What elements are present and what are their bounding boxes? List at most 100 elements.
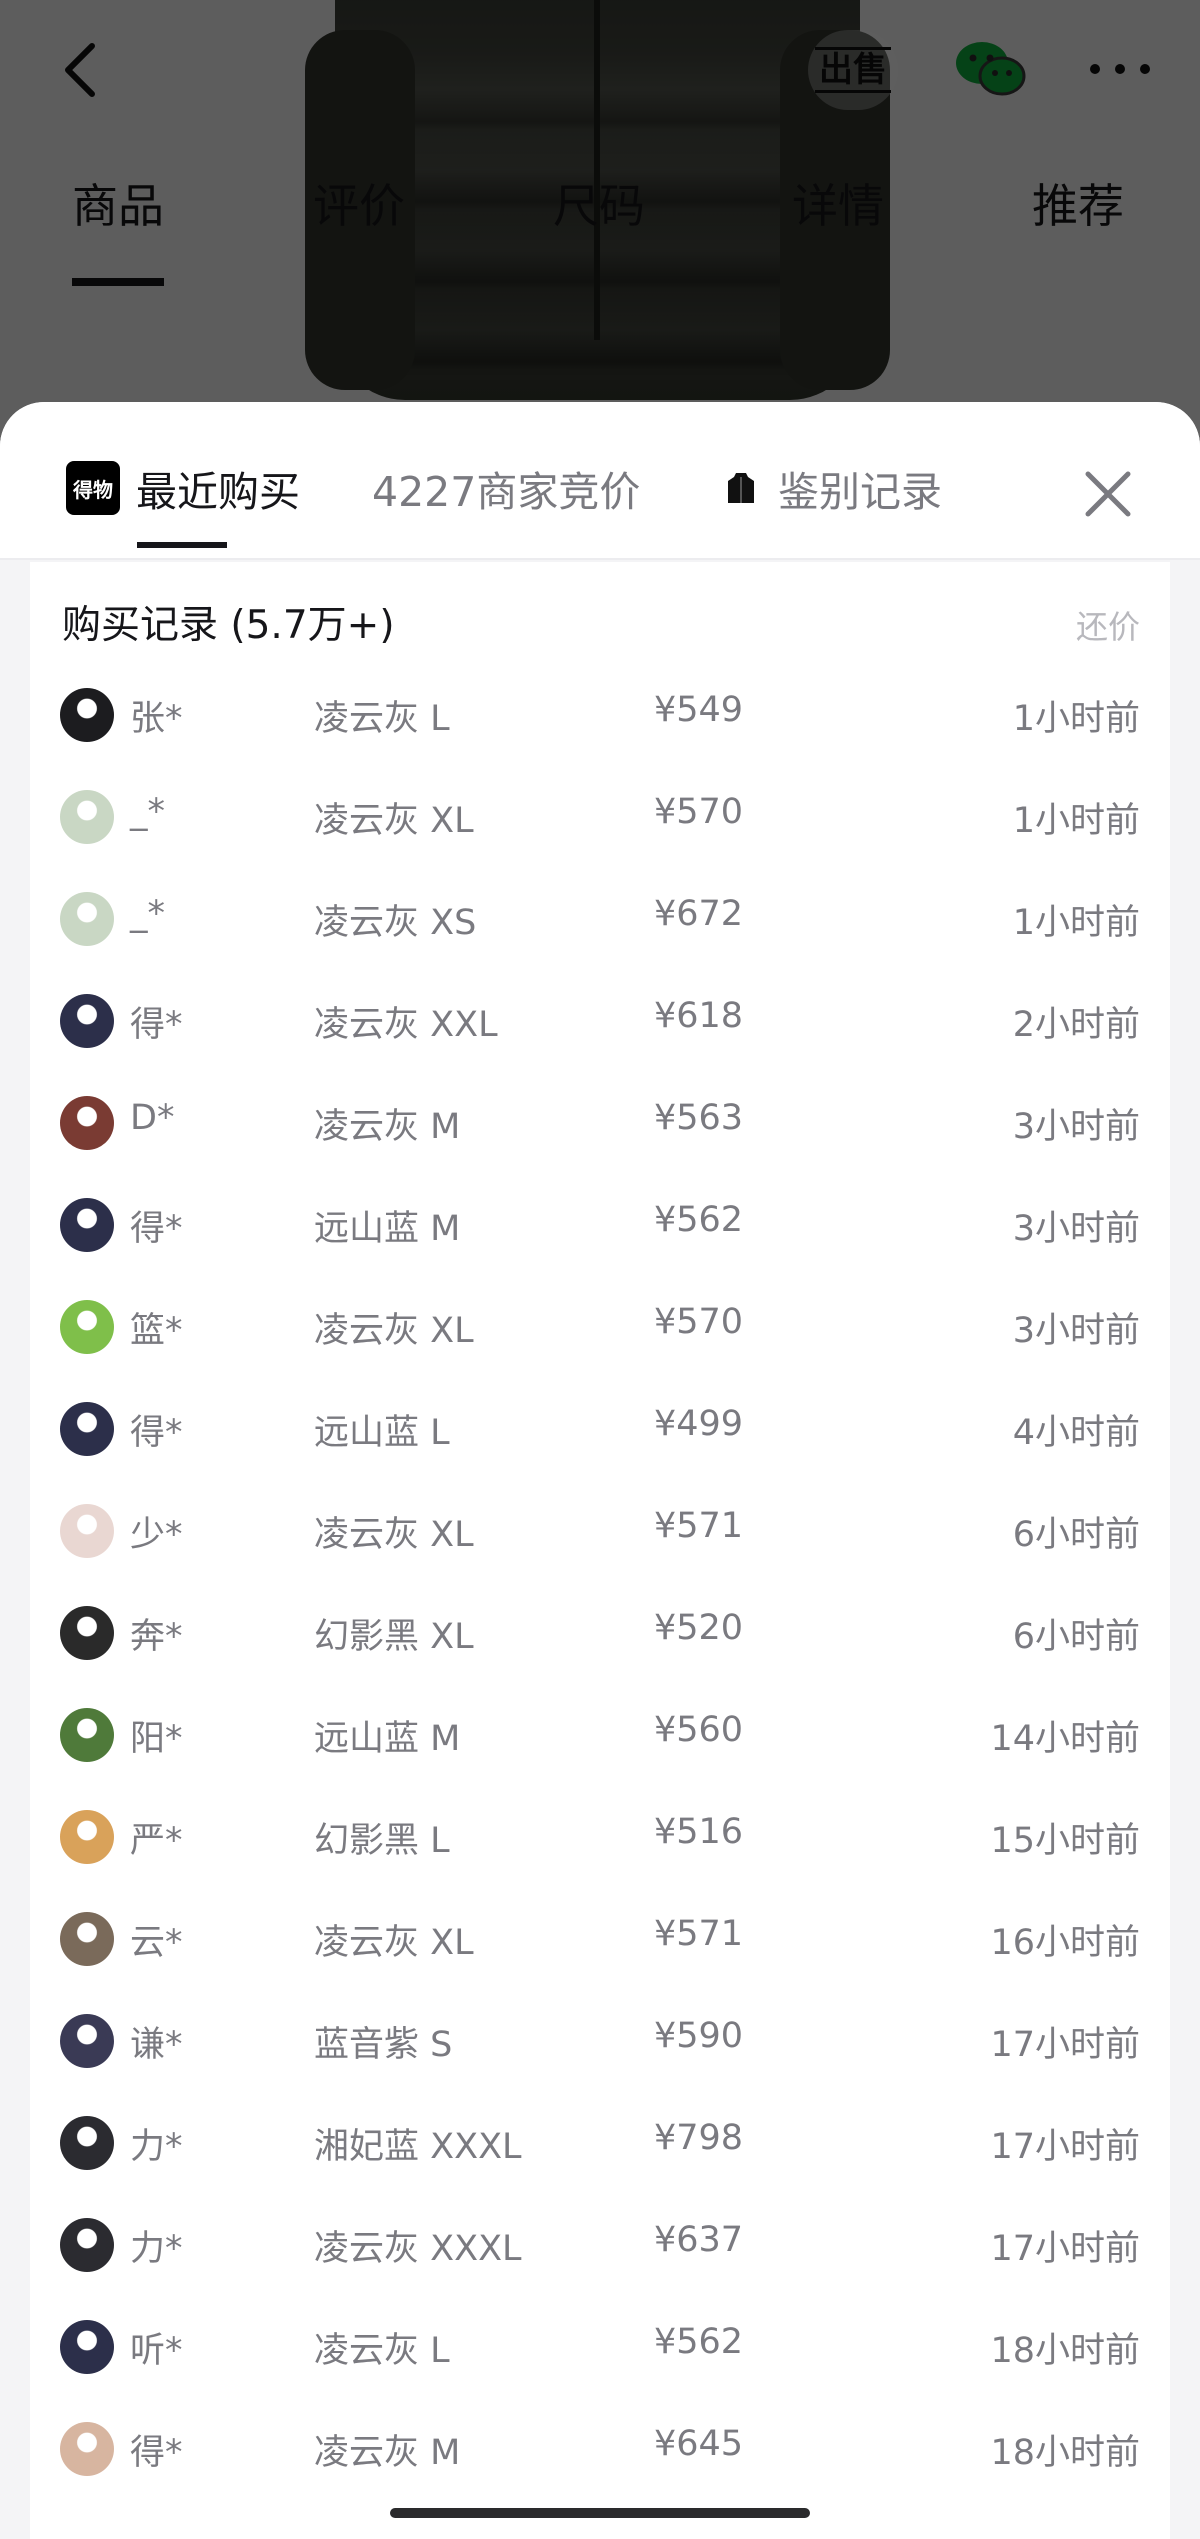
tab-label: 4227商家竞价 bbox=[372, 468, 641, 516]
table-row: 力* 湘妃蓝 XXXL ¥798 17小时前 bbox=[30, 2092, 1170, 2194]
buyer-name: 严* bbox=[130, 1821, 183, 1861]
product-spec: 凌云灰 XXL bbox=[314, 1005, 498, 1045]
records-list: 张* 凌云灰 L ¥549 1小时前 _* 凌云灰 XL ¥570 1小时前 _* 凌云灰 XS ¥… bbox=[30, 664, 1170, 2500]
table-row: 得* 远山蓝 L ¥499 4小时前 bbox=[30, 1378, 1170, 1480]
buyer-name: 张* bbox=[130, 699, 183, 739]
price: ¥499 bbox=[654, 1404, 744, 1444]
price: ¥563 bbox=[654, 1098, 744, 1138]
table-row: 奔* 幻影黑 XL ¥520 6小时前 bbox=[30, 1582, 1170, 1684]
table-row: 得* 凌云灰 XXL ¥618 2小时前 bbox=[30, 970, 1170, 1072]
tab-recent-purchases[interactable]: 得物 最近购买 bbox=[66, 458, 300, 548]
purchase-time: 3小时前 bbox=[1012, 1311, 1140, 1351]
price: ¥590 bbox=[654, 2016, 744, 2056]
table-row: 篮* 凌云灰 XL ¥570 3小时前 bbox=[30, 1276, 1170, 1378]
price: ¥672 bbox=[654, 894, 744, 934]
buyer-name: 得* bbox=[130, 2433, 183, 2473]
table-row: 力* 凌云灰 XXXL ¥637 17小时前 bbox=[30, 2194, 1170, 2296]
tab-authentication-records[interactable]: 鉴别记录 bbox=[722, 458, 942, 518]
price: ¥516 bbox=[654, 1812, 744, 1852]
purchase-time: 6小时前 bbox=[1012, 1617, 1140, 1657]
product-spec: 幻影黑 XL bbox=[314, 1617, 474, 1657]
price: ¥562 bbox=[654, 1200, 744, 1240]
purchase-time: 2小时前 bbox=[1012, 1005, 1140, 1045]
avatar[interactable] bbox=[60, 892, 114, 946]
avatar[interactable] bbox=[60, 1096, 114, 1150]
purchase-time: 17小时前 bbox=[990, 2229, 1140, 2269]
purchase-time: 18小时前 bbox=[990, 2331, 1140, 2371]
buyer-name: 阳* bbox=[130, 1719, 183, 1759]
avatar[interactable] bbox=[60, 2422, 114, 2476]
product-spec: 凌云灰 XL bbox=[314, 801, 474, 841]
price: ¥618 bbox=[654, 996, 744, 1036]
avatar[interactable] bbox=[60, 994, 114, 1048]
purchase-time: 15小时前 bbox=[990, 1821, 1140, 1861]
avatar[interactable] bbox=[60, 1504, 114, 1558]
table-row: 阳* 远山蓝 M ¥560 14小时前 bbox=[30, 1684, 1170, 1786]
buyer-name: 力* bbox=[130, 2229, 183, 2269]
buyer-name: 得* bbox=[130, 1413, 183, 1453]
purchase-time: 18小时前 bbox=[990, 2433, 1140, 2473]
purchase-history-sheet: 得物 最近购买 4227商家竞价 鉴别记录 购买记录 (5.7万+) 还价 张*… bbox=[0, 402, 1200, 2539]
avatar[interactable] bbox=[60, 1912, 114, 1966]
avatar[interactable] bbox=[60, 1402, 114, 1456]
dewu-logo: 得物 bbox=[66, 461, 120, 515]
buyer-name: 得* bbox=[130, 1005, 183, 1045]
buyer-name: 力* bbox=[130, 2127, 183, 2167]
table-row: 云* 凌云灰 XL ¥571 16小时前 bbox=[30, 1888, 1170, 1990]
buyer-name: 得* bbox=[130, 1209, 183, 1249]
home-indicator bbox=[390, 2508, 810, 2518]
avatar[interactable] bbox=[60, 2014, 114, 2068]
price: ¥520 bbox=[654, 1608, 744, 1648]
table-row: 谦* 蓝音紫 S ¥590 17小时前 bbox=[30, 1990, 1170, 2092]
product-spec: 幻影黑 L bbox=[314, 1821, 450, 1861]
price: ¥570 bbox=[654, 1302, 744, 1342]
product-spec: 湘妃蓝 XXXL bbox=[314, 2127, 522, 2167]
price: ¥571 bbox=[654, 1506, 744, 1546]
tab-label: 最近购买 bbox=[136, 468, 300, 516]
purchase-time: 17小时前 bbox=[990, 2025, 1140, 2065]
avatar[interactable] bbox=[60, 790, 114, 844]
avatar[interactable] bbox=[60, 1198, 114, 1252]
product-spec: 远山蓝 M bbox=[314, 1209, 461, 1249]
table-row: D* 凌云灰 M ¥563 3小时前 bbox=[30, 1072, 1170, 1174]
tab-merchant-bids[interactable]: 4227商家竞价 bbox=[372, 458, 640, 518]
price: ¥562 bbox=[654, 2322, 744, 2362]
avatar[interactable] bbox=[60, 2116, 114, 2170]
buyer-name: 篮* bbox=[130, 1311, 183, 1351]
price: ¥645 bbox=[654, 2424, 744, 2464]
avatar[interactable] bbox=[60, 688, 114, 742]
price: ¥637 bbox=[654, 2220, 744, 2260]
product-spec: 凌云灰 M bbox=[314, 1107, 461, 1147]
product-spec: 凌云灰 L bbox=[314, 2331, 450, 2371]
buyer-name: 听* bbox=[130, 2331, 183, 2371]
product-spec: 凌云灰 XL bbox=[314, 1311, 474, 1351]
purchase-time: 16小时前 bbox=[990, 1923, 1140, 1963]
table-row: 严* 幻影黑 L ¥516 15小时前 bbox=[30, 1786, 1170, 1888]
price: ¥571 bbox=[654, 1914, 744, 1954]
page: 出售 商品 评价 尺码 详情 推荐 得物 最近购买 bbox=[0, 0, 1200, 2539]
price: ¥570 bbox=[654, 792, 744, 832]
purchase-time: 3小时前 bbox=[1012, 1209, 1140, 1249]
avatar[interactable] bbox=[60, 1606, 114, 1660]
avatar[interactable] bbox=[60, 2218, 114, 2272]
table-row: _* 凌云灰 XL ¥570 1小时前 bbox=[30, 766, 1170, 868]
purchase-time: 3小时前 bbox=[1012, 1107, 1140, 1147]
avatar[interactable] bbox=[60, 1708, 114, 1762]
close-button[interactable] bbox=[1078, 464, 1138, 524]
purchase-time: 17小时前 bbox=[990, 2127, 1140, 2167]
product-spec: 远山蓝 L bbox=[314, 1413, 450, 1453]
purchase-time: 1小时前 bbox=[1012, 699, 1140, 739]
product-spec: 凌云灰 XL bbox=[314, 1515, 474, 1555]
avatar[interactable] bbox=[60, 1300, 114, 1354]
purchase-time: 6小时前 bbox=[1012, 1515, 1140, 1555]
counter-offer-link[interactable]: 还价 bbox=[1076, 602, 1140, 648]
table-row: 少* 凌云灰 XL ¥571 6小时前 bbox=[30, 1480, 1170, 1582]
avatar[interactable] bbox=[60, 2320, 114, 2374]
avatar[interactable] bbox=[60, 1810, 114, 1864]
buyer-name: 谦* bbox=[130, 2025, 183, 2065]
buyer-name: _* bbox=[130, 894, 165, 934]
jacket-icon bbox=[728, 473, 754, 503]
purchase-time: 1小时前 bbox=[1012, 801, 1140, 841]
purchase-time: 14小时前 bbox=[990, 1719, 1140, 1759]
sheet-header: 得物 最近购买 4227商家竞价 鉴别记录 bbox=[0, 402, 1200, 560]
